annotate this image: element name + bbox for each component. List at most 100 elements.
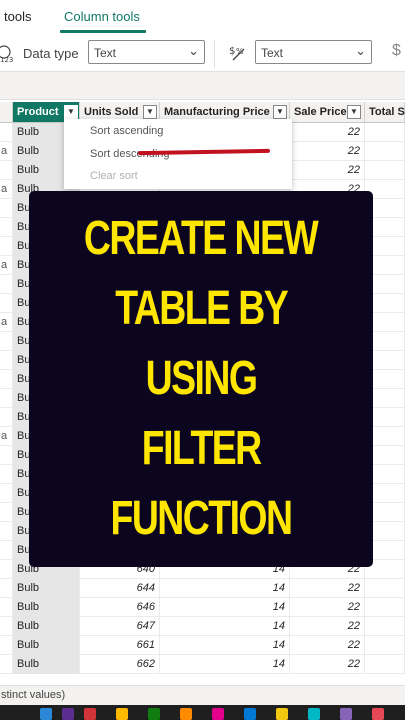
data-type-select[interactable]: Text ⌄ — [88, 40, 205, 64]
taskbar-app-icon[interactable] — [84, 708, 96, 720]
row-leading-cell[interactable] — [0, 484, 13, 503]
currency-icon[interactable]: $ — [392, 42, 401, 60]
sale-price-cell[interactable]: 22 — [290, 636, 365, 655]
product-cell[interactable]: Bulb — [13, 636, 80, 655]
sale-price-cell[interactable]: 22 — [290, 617, 365, 636]
row-leading-cell[interactable]: a — [0, 427, 13, 446]
tab-table-tools[interactable]: tools — [4, 9, 31, 24]
row-leading-cell[interactable] — [0, 351, 13, 370]
formula-bar — [0, 72, 405, 100]
row-leading-cell[interactable] — [0, 275, 13, 294]
filter-dropdown-icon[interactable]: ▼ — [64, 105, 78, 119]
column-header-label: Sale Price — [294, 106, 347, 118]
row-leading-cell[interactable] — [0, 617, 13, 636]
taskbar-app-icon[interactable] — [372, 708, 384, 720]
row-leading-cell[interactable] — [0, 123, 13, 142]
row-leading-cell[interactable] — [0, 161, 13, 180]
row-leading-cell[interactable]: a — [0, 142, 13, 161]
taskbar-app-icon[interactable] — [40, 708, 52, 720]
row-leading-cell[interactable] — [0, 218, 13, 237]
row-leading-cell[interactable] — [0, 636, 13, 655]
taskbar-app-icon[interactable] — [148, 708, 160, 720]
chevron-down-icon: ⌄ — [188, 43, 199, 58]
row-leading-cell[interactable] — [0, 294, 13, 313]
column-header-total-sales[interactable]: Total Sa — [365, 102, 405, 123]
units-sold-cell[interactable]: 644 — [80, 579, 160, 598]
row-leading-cell[interactable] — [0, 408, 13, 427]
total-sales-cell[interactable] — [365, 655, 405, 674]
manufacturing-price-cell[interactable]: 14 — [160, 655, 290, 674]
taskbar-app-icon[interactable] — [340, 708, 352, 720]
total-sales-cell[interactable] — [365, 142, 405, 161]
total-sales-cell[interactable] — [365, 636, 405, 655]
taskbar-app-icon[interactable] — [212, 708, 224, 720]
row-leading-cell[interactable] — [0, 237, 13, 256]
sale-price-cell[interactable]: 22 — [290, 123, 365, 142]
filter-dropdown-icon[interactable]: ▼ — [347, 105, 361, 119]
product-cell[interactable]: Bulb — [13, 598, 80, 617]
format-select[interactable]: Text ⌄ — [255, 40, 372, 64]
filter-dropdown-icon[interactable]: ▼ — [273, 105, 287, 119]
total-sales-cell[interactable] — [365, 161, 405, 180]
overlay-line: USING — [145, 352, 258, 405]
sale-price-cell[interactable]: 22 — [290, 655, 365, 674]
manufacturing-price-cell[interactable]: 14 — [160, 598, 290, 617]
taskbar-app-icon[interactable] — [276, 708, 288, 720]
product-cell[interactable]: Bulb — [13, 655, 80, 674]
taskbar-app-icon[interactable] — [308, 708, 320, 720]
table-row: Bulb 662 14 22 — [0, 655, 405, 674]
sale-price-cell[interactable]: 22 — [290, 161, 365, 180]
svg-text:$: $ — [229, 46, 235, 57]
row-leading-cell[interactable] — [0, 655, 13, 674]
total-sales-cell[interactable] — [365, 598, 405, 617]
row-leading-cell[interactable] — [0, 446, 13, 465]
row-leading-cell[interactable] — [0, 465, 13, 484]
svg-text:123: 123 — [0, 56, 13, 63]
sale-price-cell[interactable]: 22 — [290, 142, 365, 161]
overlay-line: FILTER — [141, 422, 262, 475]
row-leading-cell[interactable]: a — [0, 180, 13, 199]
total-sales-cell[interactable] — [365, 579, 405, 598]
tab-column-tools[interactable]: Column tools — [64, 9, 140, 24]
taskbar-app-icon[interactable] — [180, 708, 192, 720]
units-sold-cell[interactable]: 646 — [80, 598, 160, 617]
row-leading-cell[interactable] — [0, 332, 13, 351]
sort-ascending-item[interactable]: Sort ascending — [90, 125, 163, 137]
units-sold-cell[interactable]: 661 — [80, 636, 160, 655]
row-leading-cell[interactable] — [0, 199, 13, 218]
status-text: stinct values) — [1, 689, 66, 701]
sale-price-cell[interactable]: 22 — [290, 598, 365, 617]
sale-price-cell[interactable]: 22 — [290, 579, 365, 598]
taskbar-app-icon[interactable] — [62, 708, 74, 720]
row-leading-cell[interactable] — [0, 541, 13, 560]
row-leading-cell[interactable]: a — [0, 313, 13, 332]
row-leading-cell[interactable] — [0, 370, 13, 389]
column-header-sale-price[interactable]: Sale Price ▼ — [290, 102, 365, 123]
row-leading-cell[interactable] — [0, 579, 13, 598]
units-sold-cell[interactable]: 647 — [80, 617, 160, 636]
row-leading-cell[interactable] — [0, 389, 13, 408]
format-value: Text — [261, 46, 284, 60]
column-header-label: Product — [17, 106, 59, 118]
total-sales-cell[interactable] — [365, 123, 405, 142]
row-leading-cell[interactable] — [0, 560, 13, 579]
filter-dropdown-icon[interactable]: ▼ — [143, 105, 157, 119]
taskbar-app-icon[interactable] — [244, 708, 256, 720]
row-leading-cell[interactable] — [0, 503, 13, 522]
manufacturing-price-cell[interactable]: 14 — [160, 636, 290, 655]
clear-sort-item[interactable]: Clear sort — [90, 170, 138, 182]
title-overlay: CREATE NEW TABLE BY USING FILTER FUNCTIO… — [29, 191, 373, 567]
manufacturing-price-cell[interactable]: 14 — [160, 579, 290, 598]
row-leading-cell[interactable] — [0, 598, 13, 617]
units-sold-cell[interactable]: 662 — [80, 655, 160, 674]
product-cell[interactable]: Bulb — [13, 579, 80, 598]
product-cell[interactable]: Bulb — [13, 617, 80, 636]
manufacturing-price-cell[interactable]: 14 — [160, 617, 290, 636]
taskbar-app-icon[interactable] — [116, 708, 128, 720]
total-sales-cell[interactable] — [365, 617, 405, 636]
table-row: Bulb 646 14 22 — [0, 598, 405, 617]
overlay-line: FUNCTION — [110, 492, 293, 545]
row-leading-cell[interactable] — [0, 522, 13, 541]
data-type-value: Text — [94, 46, 117, 60]
row-leading-cell[interactable]: a — [0, 256, 13, 275]
